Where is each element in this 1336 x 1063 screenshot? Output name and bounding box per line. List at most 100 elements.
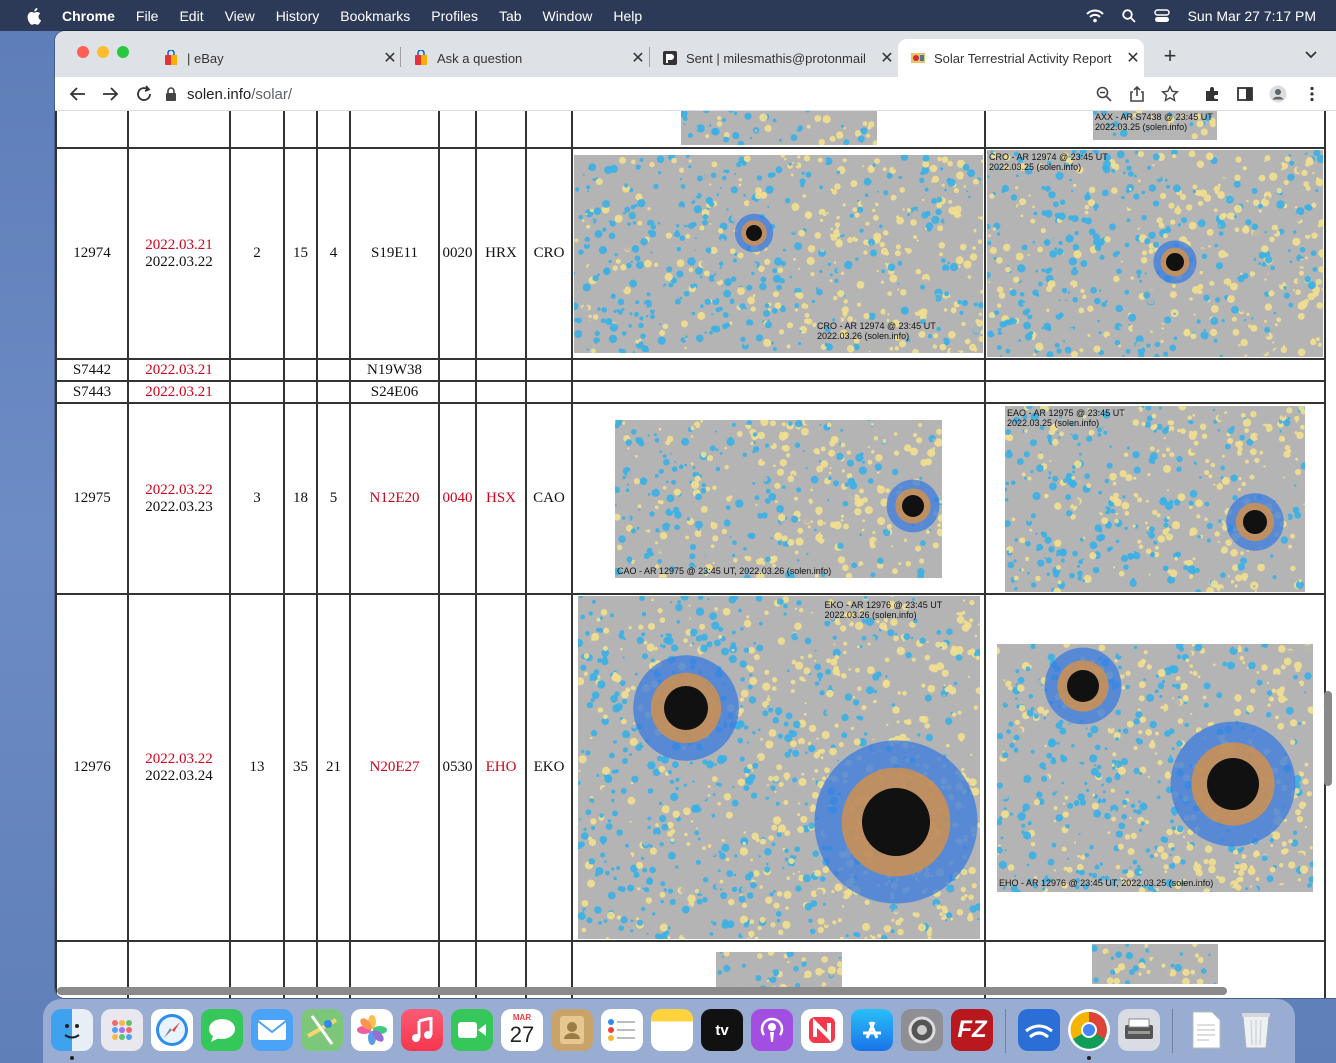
document-icon[interactable] [1185,1009,1227,1051]
window-minimize-button[interactable] [97,46,109,58]
reminders-icon[interactable] [601,1009,643,1051]
scanner-icon[interactable] [1118,1009,1160,1051]
launchpad-icon[interactable] [101,1009,143,1051]
apple-tv-icon[interactable]: tv [701,1009,743,1051]
menu-window[interactable]: Window [543,8,593,24]
system-preferences-icon[interactable] [901,1009,943,1051]
tab-close-icon[interactable]: ✕ [379,48,401,68]
wifi-icon[interactable] [1085,9,1104,23]
class-noaa: HRX [475,147,527,360]
calendar-icon[interactable]: MAR 27 [501,1009,543,1051]
tab-close-icon[interactable]: ✕ [627,48,649,68]
menu-file[interactable]: File [136,8,159,24]
control-center-icon[interactable] [1153,8,1170,23]
magnetogram-image[interactable]: EAO - AR 12975 @ 23:45 UT 2022.03.25 (sol… [1005,405,1305,592]
facetime-icon[interactable] [451,1009,493,1051]
magnetogram-image[interactable]: CRO - AR 12974 @ 23:45 UT 2022.03.25 (sol… [987,150,1323,357]
clock[interactable]: Sun Mar 27 7:17 PM [1188,8,1316,24]
menu-app-chrome[interactable]: Chrome [62,8,115,24]
migration-icon[interactable] [1018,1009,1060,1051]
apple-icon[interactable] [25,6,45,26]
reload-icon[interactable] [134,84,154,104]
date-last: 2022.03.24 [145,767,213,784]
music-icon[interactable] [401,1009,443,1051]
image-caption: AXX - AR S7438 @ 23:45 UT 2022.03.25 (sol… [1095,112,1213,132]
photos-icon[interactable] [351,1009,393,1051]
menu-profiles[interactable]: Profiles [431,8,478,24]
spot-count-b: 35 [283,593,318,942]
image-caption: CAO - AR 12975 @ 23:45 UT, 2022.03.26 (s… [617,565,832,576]
region-number: 12975 [55,402,129,595]
profile-avatar-icon[interactable] [1269,85,1287,103]
lock-icon[interactable] [165,87,177,101]
notes-icon[interactable] [651,1009,693,1051]
magnetogram-texture [987,150,1323,357]
messages-icon[interactable] [201,1009,243,1051]
tab-ask-question[interactable]: Ask a question ✕ [401,39,649,77]
vertical-scrollbar[interactable] [1324,691,1332,786]
menu-help[interactable]: Help [613,8,642,24]
magnetogram-image[interactable] [680,111,877,145]
shopping-bag-icon [165,50,177,65]
chevron-down-icon[interactable] [1304,47,1318,61]
finder-icon[interactable] [51,1009,93,1051]
mail-icon[interactable] [251,1009,293,1051]
date-first: 2022.03.22 [145,481,213,498]
filezilla-icon[interactable]: FZ [951,1009,993,1051]
trash-icon[interactable] [1235,1009,1277,1051]
zoom-icon[interactable] [1095,85,1113,103]
date-first: 2022.03.21 [145,236,213,253]
share-icon[interactable] [1128,85,1146,103]
area: 0040 [438,402,477,595]
tab-close-icon[interactable]: ✕ [876,48,898,68]
podcasts-icon[interactable] [751,1009,793,1051]
magnetogram-image[interactable] [715,952,842,992]
forward-arrow-icon[interactable] [100,84,120,104]
magnetogram-image[interactable]: EHO - AR 12976 @ 23:45 UT, 2022.03.25 (s… [997,643,1313,892]
tab-protonmail[interactable]: Sent | milesmathis@protonmail ✕ [650,39,898,77]
menu-edit[interactable]: Edit [179,8,203,24]
menu-bookmarks[interactable]: Bookmarks [340,8,410,24]
tab-ebay[interactable]: | eBay ✕ [151,39,401,77]
back-arrow-icon[interactable] [68,84,88,104]
app-store-icon[interactable] [851,1009,893,1051]
menu-bar: Chrome File Edit View History Bookmarks … [0,0,1336,31]
menu-tab[interactable]: Tab [499,8,522,24]
contacts-icon[interactable] [551,1009,593,1051]
magnetogram-image[interactable]: CAO - AR 12975 @ 23:45 UT, 2022.03.26 (s… [615,419,942,578]
maps-icon[interactable] [301,1009,343,1051]
magnetogram-texture [1092,944,1218,984]
side-panel-icon[interactable] [1236,85,1254,103]
spotlight-icon[interactable] [1121,8,1136,23]
menu-history[interactable]: History [276,8,320,24]
chrome-icon[interactable] [1068,1009,1110,1051]
extensions-puzzle-icon[interactable] [1203,85,1221,103]
menu-view[interactable]: View [225,8,255,24]
more-menu-icon[interactable] [1303,85,1321,103]
horizontal-scrollbar[interactable] [57,987,1227,995]
location: S19E11 [349,147,440,360]
safari-icon[interactable] [151,1009,193,1051]
address-bar[interactable]: solen.info/solar/ [165,80,1165,108]
date-last: 2022.03.23 [145,498,213,515]
page-content[interactable]: AXX - AR S7438 @ 23:45 UT 2022.03.25 (sol… [55,111,1336,998]
date-last: 2022.03.22 [145,253,213,270]
magnetogram-image[interactable]: EKO - AR 12976 @ 23:45 UT 2022.03.26 (sol… [577,596,980,939]
table-row: AXX - AR S7438 @ 23:45 UT 2022.03.25 (sol… [55,111,1326,149]
tab-close-icon[interactable]: ✕ [1122,48,1144,68]
news-icon[interactable] [801,1009,843,1051]
spot-count-a: 13 [229,593,285,942]
window-maximize-button[interactable] [117,46,129,58]
region-number: 12974 [55,147,129,360]
window-close-button[interactable] [77,46,89,58]
magnetogram-image[interactable] [1092,944,1218,984]
image-caption: CRO - AR 12974 @ 23:45 UT 2022.03.26 (sol… [817,320,936,341]
bookmark-star-icon[interactable] [1161,85,1179,103]
tab-solar-report[interactable]: Solar Terrestrial Activity Report ✕ [898,39,1144,77]
magnetogram-image[interactable]: CRO - AR 12974 @ 23:45 UT 2022.03.26 (sol… [574,154,983,353]
class-solen: CAO [525,402,573,595]
magnetogram-image[interactable]: AXX - AR S7438 @ 23:45 UT 2022.03.25 (sol… [1093,111,1217,140]
tab-bar: | eBay ✕ Ask a question ✕ Sent | milesma… [55,31,1336,77]
dock: MAR 27 tv FZ [43,999,1295,1063]
new-tab-button[interactable]: + [1158,43,1182,69]
